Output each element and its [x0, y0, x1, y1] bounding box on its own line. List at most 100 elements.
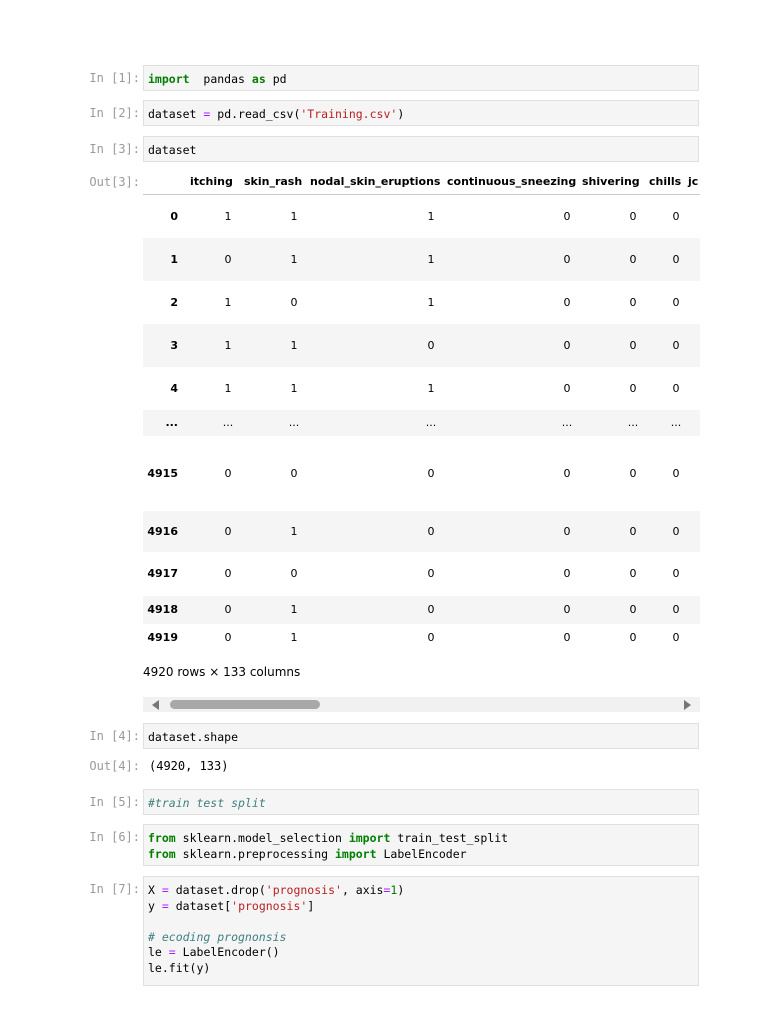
- scroll-left-arrow-icon[interactable]: [152, 700, 159, 710]
- table-cell: 0: [563, 296, 571, 309]
- code-token: 'prognosis': [265, 883, 342, 897]
- code-token: y: [148, 898, 155, 913]
- row-index: 4918: [147, 603, 178, 616]
- code-token: ]: [307, 898, 315, 913]
- code-token: 'Training.csv': [300, 107, 398, 121]
- table-cell: 0: [672, 603, 680, 616]
- row-index: 4916: [147, 525, 178, 538]
- column-header: shivering: [582, 175, 640, 188]
- cell-1-prompt: In [1]:: [89, 71, 140, 85]
- column-header: continuous_sneezing: [447, 175, 577, 188]
- table-cell: 0: [672, 382, 680, 395]
- table-cell: 1: [224, 210, 232, 223]
- code-token: import: [148, 72, 190, 86]
- table-cell: 0: [629, 603, 637, 616]
- table-row: .....................: [143, 410, 700, 436]
- code-token: import: [334, 846, 377, 861]
- code-token: dataset: [148, 107, 197, 121]
- horizontal-scrollbar[interactable]: [143, 697, 700, 712]
- table-cell: 1: [427, 210, 435, 223]
- code-token: sklearn.preprocessing: [182, 846, 329, 861]
- column-header: nodal_skin_eruptions: [310, 175, 441, 188]
- code-token: LabelEncoder(): [182, 945, 280, 960]
- row-index: 3: [170, 339, 178, 352]
- code-token: le: [148, 945, 162, 960]
- cell-4-prompt: In [4]:: [89, 729, 140, 743]
- table-cell: 0: [629, 467, 637, 480]
- table-cell: 0: [563, 253, 571, 266]
- code-token: , axis: [341, 883, 384, 897]
- table-row: 4915 0 0 0 0 0 0: [143, 436, 700, 511]
- cell-4-output: (4920, 133): [149, 759, 229, 773]
- code-token: pandas: [203, 72, 245, 86]
- table-cell: 0: [290, 567, 298, 580]
- table-header: itching skin_rash nodal_skin_eruptions c…: [143, 168, 700, 195]
- code-token: LabelEncoder: [383, 846, 467, 861]
- table-row: 4916 0 1 0 0 0 0: [143, 511, 700, 552]
- table-cell: 1: [290, 631, 298, 644]
- table-row: 2 1 0 1 0 0 0: [143, 281, 700, 324]
- table-cell: 0: [224, 603, 232, 616]
- table-cell: 0: [672, 339, 680, 352]
- column-header: jc: [688, 175, 699, 188]
- table-cell: 1: [290, 253, 298, 266]
- table-cell: 0: [672, 467, 680, 480]
- table-cell: 0: [563, 631, 571, 644]
- cell-3-out-prompt: Out[3]:: [89, 175, 140, 189]
- code-token: pd: [272, 72, 287, 86]
- code-token: sklearn.model_selection: [182, 831, 342, 845]
- cell-2-editor[interactable]: dataset = pd.read_csv('Training.csv'): [143, 100, 699, 126]
- code-token: as: [251, 72, 266, 86]
- code-comment: # ecoding prognonsis: [148, 929, 287, 944]
- table-cell: 0: [427, 631, 435, 644]
- cell-4-editor[interactable]: dataset.shape: [143, 723, 699, 749]
- table-cell: 0: [563, 525, 571, 538]
- table-cell: ...: [222, 416, 234, 429]
- cell-3-prompt: In [3]:: [89, 142, 140, 156]
- table-cell: 0: [427, 467, 435, 480]
- cell-1-editor[interactable]: import pandas as pd: [143, 65, 699, 91]
- cell-3-editor[interactable]: dataset: [143, 136, 699, 162]
- table-cell: 0: [224, 567, 232, 580]
- table-cell: 0: [563, 567, 571, 580]
- cell-6-editor[interactable]: from sklearn.model_selection import trai…: [143, 824, 699, 866]
- table-cell: 0: [672, 525, 680, 538]
- code-token: dataset.shape: [148, 730, 239, 744]
- table-cell: 0: [427, 525, 435, 538]
- table-cell: 0: [290, 296, 298, 309]
- code-token: le.fit(y): [148, 960, 211, 975]
- table-cell: 0: [629, 296, 637, 309]
- table-cell: 1: [224, 296, 232, 309]
- code-token: =: [203, 107, 211, 121]
- table-cell: 0: [563, 339, 571, 352]
- table-cell: 1: [224, 339, 232, 352]
- table-cell: 0: [629, 210, 637, 223]
- scrollbar-thumb[interactable]: [170, 700, 320, 709]
- cell-4-out-prompt: Out[4]:: [89, 759, 140, 773]
- table-cell: 0: [427, 567, 435, 580]
- cell-7-prompt: In [7]:: [89, 882, 140, 896]
- cell-5-editor[interactable]: #train test split: [143, 789, 699, 815]
- table-cell: 0: [427, 339, 435, 352]
- table-cell: 0: [224, 253, 232, 266]
- table-cell: 0: [563, 382, 571, 395]
- column-header: chills: [649, 175, 682, 188]
- table-cell: 0: [629, 253, 637, 266]
- table-row: 0 1 1 1 0 0 0: [143, 195, 700, 238]
- dataframe-summary: 4920 rows × 133 columns: [143, 665, 301, 679]
- code-token: dataset: [148, 143, 197, 157]
- table-cell: 1: [427, 296, 435, 309]
- table-cell: 0: [224, 631, 232, 644]
- table-cell: 1: [290, 603, 298, 616]
- scroll-right-arrow-icon[interactable]: [684, 700, 691, 710]
- cell-7-editor[interactable]: X = dataset.drop('prognosis', axis=1) y …: [143, 876, 699, 986]
- row-index: 4915: [147, 467, 178, 480]
- table-cell: 1: [427, 253, 435, 266]
- row-index: 1: [170, 253, 178, 266]
- table-cell: 1: [427, 382, 435, 395]
- table-cell: 0: [672, 296, 680, 309]
- table-cell: 0: [290, 467, 298, 480]
- table-cell: ...: [288, 416, 300, 429]
- row-index: ...: [165, 416, 178, 429]
- row-index: 2: [170, 296, 178, 309]
